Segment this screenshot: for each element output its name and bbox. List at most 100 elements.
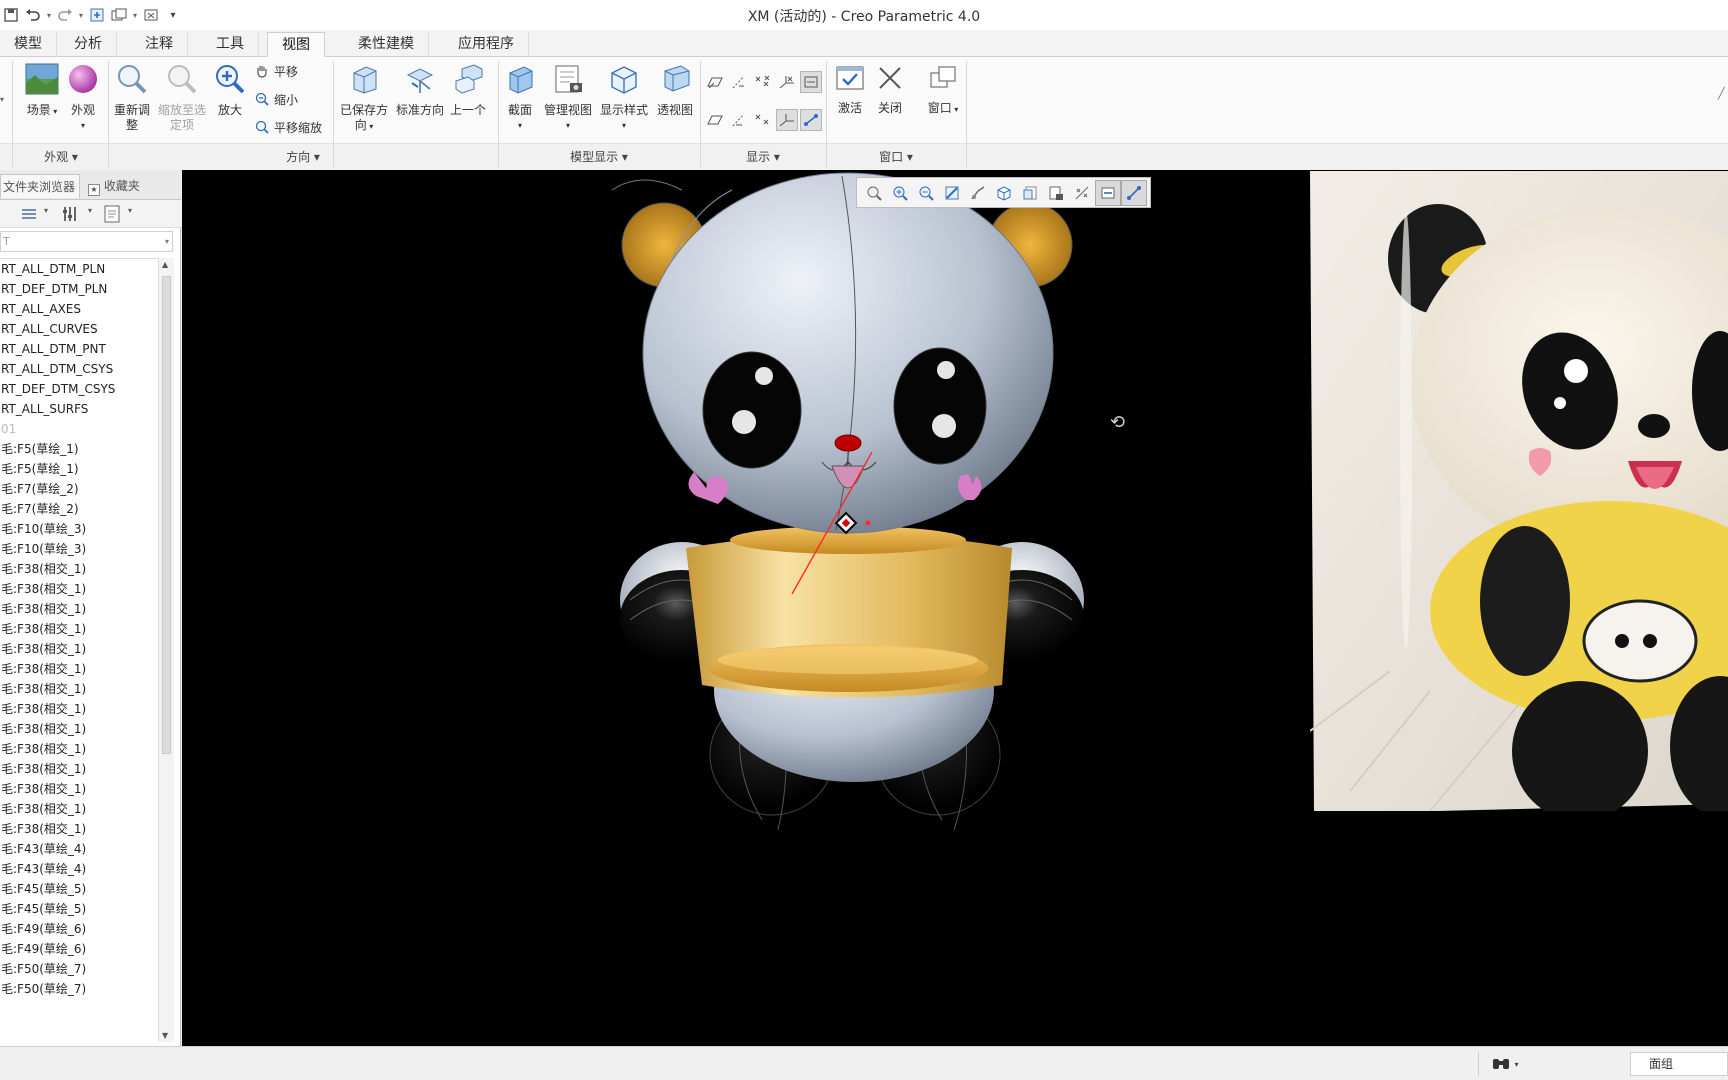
tree-item[interactable]: RT_ALL_DTM_CSYS (0, 359, 158, 379)
tree-scrollbar[interactable]: ▲ ▼ (158, 258, 174, 1042)
group-label-orientation[interactable]: 方向 ▾ (108, 148, 498, 165)
settings-dropdown-icon[interactable]: ▾ (88, 206, 92, 215)
section-icon[interactable] (1069, 180, 1095, 206)
filter-dropdown-icon[interactable]: ▾ (165, 232, 169, 251)
spin-center-display-icon[interactable] (800, 109, 822, 131)
scroll-up-icon[interactable]: ▲ (162, 260, 168, 269)
zoom-out-icon[interactable] (913, 180, 939, 206)
perspective-view-icon[interactable] (965, 180, 991, 206)
pan-button[interactable]: 平移 (254, 61, 298, 81)
graphics-window[interactable]: ⟲ (182, 170, 1728, 1046)
ribbon-collapse-icon[interactable]: ╱ (1718, 87, 1725, 100)
display-style-button[interactable]: 显示样式 ▾ (598, 63, 650, 133)
tree-item[interactable]: RT_ALL_AXES (0, 299, 158, 319)
csys-display-icon[interactable] (776, 71, 798, 93)
tree-filter-input[interactable]: T ▾ (0, 231, 173, 252)
tree-item[interactable]: 毛:F45(草绘_5) (0, 899, 158, 919)
tab-folder-browser[interactable]: 文件夹浏览器 (0, 174, 80, 198)
tree-item[interactable]: 毛:F38(相交_1) (0, 679, 158, 699)
tree-item[interactable]: 毛:F38(相交_1) (0, 599, 158, 619)
find-button[interactable]: ▾ (1478, 1052, 1532, 1076)
spin-center-icon[interactable] (1121, 179, 1147, 206)
scrollbar-thumb[interactable] (162, 276, 171, 754)
tree-item[interactable]: 毛:F49(草绘_6) (0, 939, 158, 959)
datum-points-display-icon[interactable] (752, 71, 774, 93)
tree-item[interactable]: RT_DEF_DTM_CSYS (0, 379, 158, 399)
tree-item[interactable]: 毛:F45(草绘_5) (0, 879, 158, 899)
tree-item[interactable]: 毛:F38(相交_1) (0, 619, 158, 639)
standard-orientation-button[interactable]: 标准方向 (394, 63, 446, 118)
zoom-out-button[interactable]: 缩小 (254, 89, 298, 109)
tab-tools[interactable]: 工具 (202, 32, 259, 57)
tree-item[interactable]: 毛:F49(草绘_6) (0, 919, 158, 939)
tab-applications[interactable]: 应用程序 (444, 32, 529, 57)
close-button[interactable]: 关闭 (872, 63, 908, 116)
datum-display-filters-icon[interactable] (1095, 179, 1121, 206)
tree-item[interactable]: 毛:F38(相交_1) (0, 779, 158, 799)
show-icon[interactable] (20, 206, 38, 225)
saved-orientations-icon[interactable] (1017, 180, 1043, 206)
csys-tag-display-icon[interactable] (776, 109, 798, 131)
tree-item[interactable]: 01 (0, 419, 158, 439)
tab-model[interactable]: 模型 (0, 32, 57, 57)
tab-view[interactable]: 视图 (267, 32, 325, 57)
tree-item[interactable]: 毛:F43(草绘_4) (0, 859, 158, 879)
settings-icon[interactable] (62, 205, 78, 226)
datum-axes-display-icon[interactable] (728, 71, 750, 93)
tree-item[interactable]: 毛:F50(草绘_7) (0, 979, 158, 999)
perspective-button[interactable]: 透视图 (652, 63, 698, 118)
appearance-button[interactable]: 外观 ▾ (66, 63, 100, 133)
tree-item[interactable]: RT_ALL_SURFS (0, 399, 158, 419)
tab-analysis[interactable]: 分析 (60, 32, 117, 57)
find-dropdown-icon[interactable]: ▾ (1514, 1060, 1518, 1069)
columns-dropdown-icon[interactable]: ▾ (128, 206, 132, 215)
scroll-down-icon[interactable]: ▼ (162, 1031, 168, 1040)
tree-item[interactable]: RT_ALL_DTM_PLN (0, 259, 158, 279)
activate-button[interactable]: 激活 (832, 63, 868, 116)
datum-planes-display-icon[interactable] (704, 71, 726, 93)
zoom-in-icon[interactable] (887, 180, 913, 206)
annotation-display-icon[interactable] (800, 71, 822, 93)
tree-item[interactable]: 毛:F5(草绘_1) (0, 439, 158, 459)
refit-icon[interactable] (861, 180, 887, 206)
axis-tag-display-icon[interactable] (728, 109, 750, 131)
saved-orientations-button[interactable]: 已保存方 向 ▾ (338, 63, 390, 134)
tree-item[interactable]: RT_ALL_CURVES (0, 319, 158, 339)
view-manager-icon[interactable] (1043, 180, 1069, 206)
group-label-show[interactable]: 显示 ▾ (700, 148, 826, 165)
tree-item[interactable]: 毛:F10(草绘_3) (0, 519, 158, 539)
tree-item[interactable]: 毛:F10(草绘_3) (0, 539, 158, 559)
repaint-icon[interactable] (939, 180, 965, 206)
tree-item[interactable]: 毛:F38(相交_1) (0, 659, 158, 679)
tab-favorites[interactable]: ★ 收藏夹 (84, 174, 158, 198)
panda-3d-model[interactable] (582, 170, 1282, 870)
tree-item[interactable]: 毛:F38(相交_1) (0, 699, 158, 719)
group-label-window[interactable]: 窗口 ▾ (826, 148, 966, 165)
collapsed-group-arrow-icon[interactable]: ▾ (0, 95, 4, 104)
tree-item[interactable]: 毛:F50(草绘_7) (0, 959, 158, 979)
display-style-icon[interactable] (991, 180, 1017, 206)
tree-item[interactable]: 毛:F38(相交_1) (0, 739, 158, 759)
tab-flexible-modeling[interactable]: 柔性建模 (344, 32, 429, 57)
windows-button[interactable]: 窗口 ▾ (918, 63, 968, 117)
tree-item[interactable]: RT_ALL_DTM_PNT (0, 339, 158, 359)
tree-item[interactable]: 毛:F38(相交_1) (0, 759, 158, 779)
previous-view-button[interactable]: 上一个 (448, 63, 488, 118)
tree-item[interactable]: 毛:F38(相交_1) (0, 639, 158, 659)
tree-item[interactable]: 毛:F7(草绘_2) (0, 479, 158, 499)
tree-item[interactable]: RT_DEF_DTM_PLN (0, 279, 158, 299)
refit-button[interactable]: 重新调 整 (110, 63, 154, 133)
tree-item[interactable]: 毛:F38(相交_1) (0, 819, 158, 839)
tree-item[interactable]: 毛:F38(相交_1) (0, 559, 158, 579)
selection-filter-select[interactable]: 面组 (1630, 1052, 1728, 1076)
scene-button[interactable]: 场景 ▾ (20, 63, 64, 119)
section-button[interactable]: 截面 ▾ (502, 63, 538, 133)
show-dropdown-icon[interactable]: ▾ (44, 206, 48, 215)
point-tag-display-icon[interactable] (752, 109, 774, 131)
zoom-in-button[interactable]: 放大 (210, 63, 250, 118)
columns-icon[interactable] (104, 205, 120, 226)
group-label-model-display[interactable]: 模型显示 ▾ (498, 148, 700, 165)
tree-item[interactable]: 毛:F38(相交_1) (0, 799, 158, 819)
manage-views-button[interactable]: 管理视图 ▾ (542, 63, 594, 133)
plane-tag-display-icon[interactable] (704, 109, 726, 131)
